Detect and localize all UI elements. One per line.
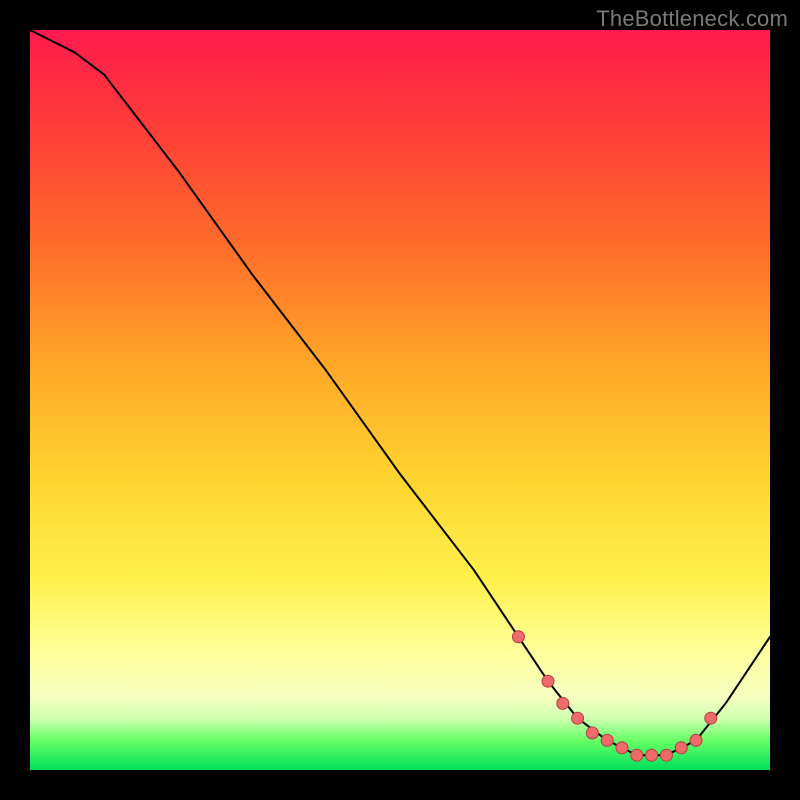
chart-frame: TheBottleneck.com — [0, 0, 800, 800]
highlight-point — [705, 712, 717, 724]
plot-area — [30, 30, 770, 770]
watermark-text: TheBottleneck.com — [596, 6, 788, 32]
highlight-point — [631, 749, 643, 761]
highlight-point — [557, 697, 569, 709]
highlight-point — [690, 734, 702, 746]
highlight-point — [616, 742, 628, 754]
highlight-point — [660, 749, 672, 761]
highlight-point — [586, 727, 598, 739]
highlight-point — [675, 742, 687, 754]
highlight-point — [542, 675, 554, 687]
highlight-markers — [512, 631, 716, 761]
highlight-point — [646, 749, 658, 761]
curve-svg — [30, 30, 770, 770]
bottleneck-curve-path — [30, 30, 770, 755]
highlight-point — [512, 631, 524, 643]
highlight-point — [572, 712, 584, 724]
highlight-point — [601, 734, 613, 746]
